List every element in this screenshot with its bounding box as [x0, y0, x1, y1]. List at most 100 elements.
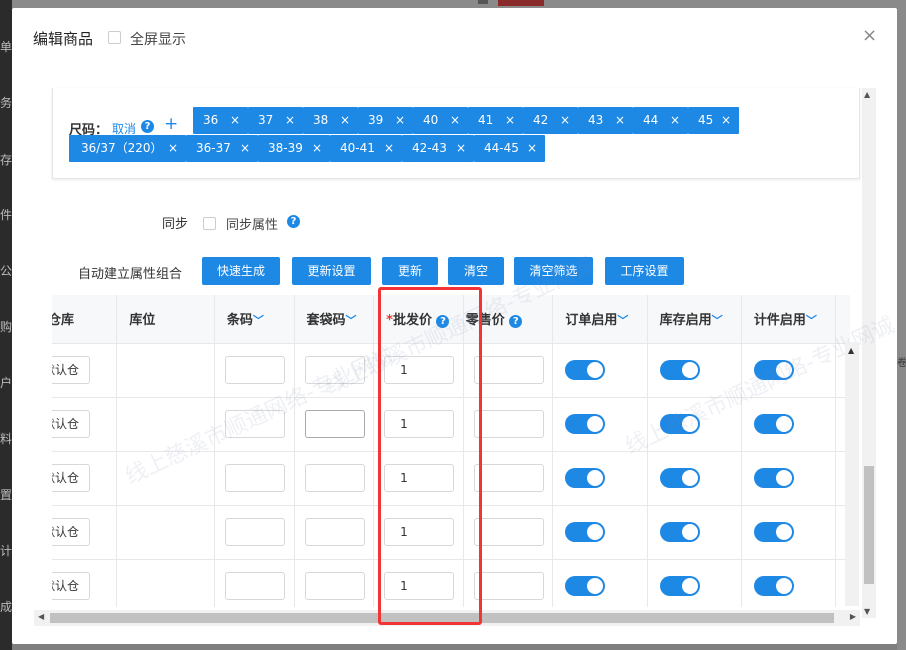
stock-enabled-toggle[interactable]	[659, 468, 700, 488]
piece-enabled-toggle[interactable]	[753, 414, 794, 434]
col-header-stock-enabled[interactable]: 库存启用﹀	[647, 295, 742, 344]
scroll-down-icon[interactable]: ▼	[864, 607, 870, 616]
chevron-down-icon[interactable]: ﹀	[712, 314, 723, 327]
remove-tag-icon[interactable]: ×	[312, 135, 322, 162]
retail-help-icon[interactable]: ?	[509, 315, 523, 329]
bag-code-input[interactable]	[304, 518, 365, 546]
retail-price-input[interactable]	[473, 356, 544, 384]
scrollbar-thumb[interactable]	[864, 466, 874, 584]
clear-filter-button[interactable]: 清空筛选	[514, 257, 593, 285]
stock-enabled-toggle[interactable]	[659, 522, 700, 542]
piece-enabled-toggle[interactable]	[753, 576, 794, 596]
chevron-down-icon[interactable]: ﹀	[253, 314, 264, 327]
scroll-up-icon[interactable]: ▲	[848, 346, 854, 355]
barcode-input[interactable]	[224, 518, 285, 546]
bag-code-input[interactable]	[304, 464, 365, 492]
remove-tag-icon[interactable]: ×	[721, 107, 731, 134]
size-tag[interactable]: 36-37 ×	[186, 135, 258, 162]
scroll-right-icon[interactable]: ▶	[850, 612, 856, 621]
remove-tag-icon[interactable]: ×	[230, 107, 240, 134]
size-tag[interactable]: 36/37（220） ×	[69, 135, 186, 162]
fullscreen-label[interactable]: 全屏显示	[130, 29, 186, 49]
warehouse-select[interactable]: 默认仓	[52, 572, 90, 600]
chevron-down-icon[interactable]: ﹀	[346, 314, 357, 327]
stock-enabled-toggle[interactable]	[659, 576, 700, 596]
size-tag[interactable]: 40-41 ×	[330, 135, 402, 162]
sync-attribute-label[interactable]: 同步属性	[226, 214, 278, 233]
scroll-up-icon[interactable]: ▲	[864, 90, 870, 99]
piece-enabled-toggle[interactable]	[753, 522, 794, 542]
warehouse-select[interactable]: 默认仓	[52, 356, 90, 384]
remove-tag-icon[interactable]: ×	[340, 107, 350, 134]
size-tag[interactable]: 39 ×	[358, 107, 413, 134]
retail-price-input[interactable]	[473, 518, 544, 546]
bag-code-input[interactable]	[304, 356, 365, 384]
sync-help-icon[interactable]: ?	[287, 215, 300, 228]
col-header-barcode[interactable]: 条码﹀	[214, 295, 295, 344]
remove-tag-icon[interactable]: ×	[285, 107, 295, 134]
sync-attribute-checkbox[interactable]	[203, 217, 216, 230]
bag-code-input[interactable]	[304, 572, 365, 600]
col-header-piece-enabled[interactable]: 计件启用﹀	[741, 295, 837, 344]
chevron-down-icon[interactable]: ﹀	[617, 314, 628, 327]
remove-tag-icon[interactable]: ×	[670, 107, 680, 134]
size-tag[interactable]: 38 ×	[303, 107, 358, 134]
piece-enabled-toggle[interactable]	[753, 360, 794, 380]
chevron-down-icon[interactable]: ﹀	[806, 314, 817, 327]
remove-tag-icon[interactable]: ×	[450, 107, 460, 134]
retail-price-input[interactable]	[473, 572, 544, 600]
size-tag[interactable]: 42-43 ×	[402, 135, 474, 162]
modal-scrollbar[interactable]: ▲ ▼	[862, 88, 876, 618]
remove-tag-icon[interactable]: ×	[615, 107, 625, 134]
stock-enabled-toggle[interactable]	[659, 360, 700, 380]
size-tag[interactable]: 36 ×	[193, 107, 248, 134]
size-tag[interactable]: 38-39 ×	[258, 135, 330, 162]
col-header-bag-code[interactable]: 套袋码﹀	[294, 295, 375, 344]
process-settings-button[interactable]: 工序设置	[605, 257, 684, 285]
clear-button[interactable]: 清空	[448, 257, 504, 285]
scroll-left-icon[interactable]: ◀	[38, 612, 44, 621]
stock-enabled-toggle[interactable]	[659, 414, 700, 434]
fullscreen-checkbox[interactable]	[108, 31, 121, 44]
retail-price-input[interactable]	[473, 464, 544, 492]
barcode-input[interactable]	[224, 464, 285, 492]
add-size-icon[interactable]: +	[164, 114, 178, 134]
update-button[interactable]: 更新	[382, 257, 438, 285]
remove-tag-icon[interactable]: ×	[168, 135, 178, 162]
size-help-icon[interactable]: ?	[141, 120, 154, 133]
update-settings-button[interactable]: 更新设置	[292, 257, 371, 285]
order-enabled-toggle[interactable]	[565, 468, 606, 488]
remove-tag-icon[interactable]: ×	[456, 135, 466, 162]
remove-tag-icon[interactable]: ×	[384, 135, 394, 162]
remove-tag-icon[interactable]: ×	[395, 107, 405, 134]
size-tag[interactable]: 37 ×	[248, 107, 303, 134]
remove-tag-icon[interactable]: ×	[560, 107, 570, 134]
piece-enabled-toggle[interactable]	[753, 468, 794, 488]
remove-tag-icon[interactable]: ×	[505, 107, 515, 134]
retail-price-input[interactable]	[473, 410, 544, 438]
bag-code-input[interactable]	[304, 410, 365, 438]
remove-tag-icon[interactable]: ×	[527, 135, 537, 162]
table-vertical-scrollbar[interactable]: ▲	[845, 342, 859, 606]
size-tag[interactable]: 44-45 ×	[474, 135, 545, 162]
order-enabled-toggle[interactable]	[565, 522, 606, 542]
order-enabled-toggle[interactable]	[565, 576, 606, 596]
size-tag[interactable]: 42 ×	[523, 107, 578, 134]
size-tag[interactable]: 43 ×	[578, 107, 633, 134]
barcode-input[interactable]	[224, 410, 285, 438]
size-tag[interactable]: 40 ×	[413, 107, 468, 134]
warehouse-select[interactable]: 默认仓	[52, 518, 90, 546]
col-header-order-enabled[interactable]: 订单启用﹀	[552, 295, 648, 344]
remove-tag-icon[interactable]: ×	[240, 135, 250, 162]
barcode-input[interactable]	[224, 572, 285, 600]
size-tag[interactable]: 41 ×	[468, 107, 523, 134]
size-tag[interactable]: 44 ×	[633, 107, 688, 134]
quick-generate-button[interactable]: 快速生成	[202, 257, 280, 285]
size-tag[interactable]: 45 ×	[688, 107, 739, 134]
order-enabled-toggle[interactable]	[565, 414, 606, 434]
close-icon[interactable]: ×	[862, 26, 877, 46]
order-enabled-toggle[interactable]	[565, 360, 606, 380]
warehouse-select[interactable]: 默认仓	[52, 464, 90, 492]
warehouse-select[interactable]: 默认仓	[52, 410, 90, 438]
barcode-input[interactable]	[224, 356, 285, 384]
